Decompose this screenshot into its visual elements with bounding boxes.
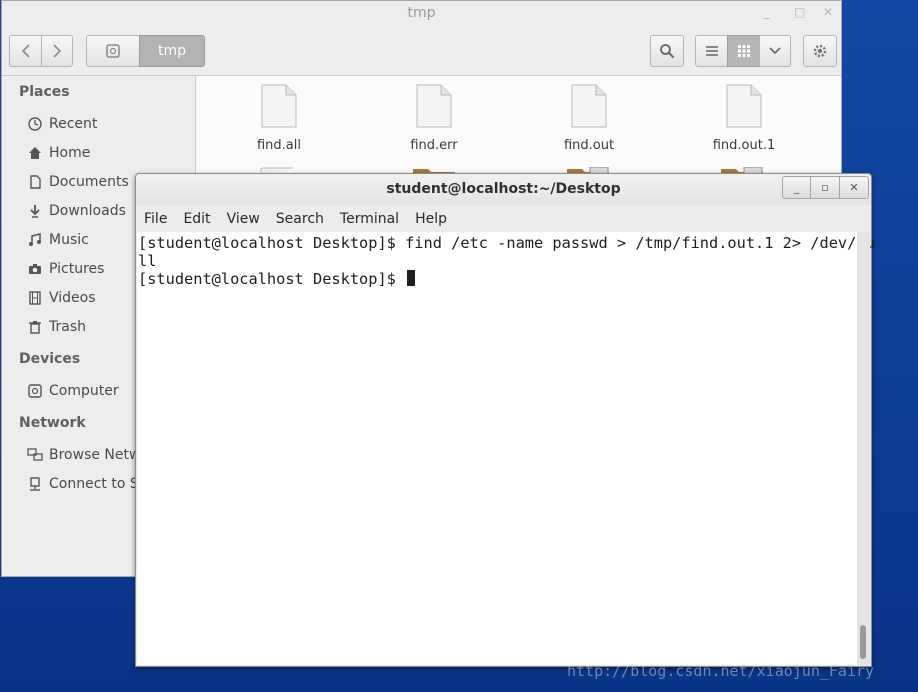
menu-edit[interactable]: Edit: [183, 211, 210, 227]
devices-heading: Devices: [19, 351, 81, 367]
trash-icon: [27, 319, 43, 335]
view-options-button[interactable]: [759, 35, 791, 67]
gear-icon: [813, 44, 827, 58]
maximize-icon: ▫: [821, 181, 829, 194]
grid-icon: [737, 45, 750, 57]
file-name: find.out: [563, 138, 615, 153]
search-icon: [660, 44, 675, 59]
download-icon: [27, 203, 43, 219]
network-heading: Network: [19, 415, 86, 431]
window-controls: _ ▫ ✕: [782, 176, 869, 199]
sidebar-item-label: Recent: [49, 116, 98, 132]
sidebar-item-home[interactable]: Home: [27, 142, 90, 164]
sidebar-item-music[interactable]: Music: [27, 229, 89, 251]
list-view-button[interactable]: [695, 35, 728, 67]
terminal-line: ll: [138, 252, 157, 270]
film-icon: [27, 290, 43, 306]
drive-icon: [106, 44, 120, 58]
server-icon: [27, 476, 43, 492]
terminal-window: student@localhost:~/Desktop _ ▫ ✕ File E…: [135, 173, 875, 667]
watermark: http://blog.csdn.net/xiaojun_Fairy: [567, 662, 875, 680]
camera-icon: [27, 261, 43, 277]
minimize-icon[interactable]: _: [764, 5, 770, 19]
path-tmp-button[interactable]: tmp: [139, 35, 205, 67]
close-icon[interactable]: ✕: [823, 5, 833, 19]
file-item[interactable]: find.all: [224, 84, 334, 153]
menu-view[interactable]: View: [227, 211, 260, 227]
sidebar-item-connect-server[interactable]: Connect to Se: [27, 473, 147, 495]
file-name: find.out.1: [712, 138, 776, 153]
sidebar-item-label: Computer: [49, 383, 119, 399]
terminal-title: student@localhost:~/Desktop: [386, 181, 621, 197]
maximize-button[interactable]: ▫: [811, 176, 840, 199]
maximize-icon[interactable]: □: [794, 5, 805, 19]
sidebar-item-label: Connect to Se: [49, 476, 148, 492]
path-root-button[interactable]: [86, 35, 140, 67]
home-icon: [27, 145, 43, 161]
minimize-button[interactable]: _: [782, 176, 811, 199]
file-item[interactable]: find.out: [534, 84, 644, 153]
file-manager-toolbar: tmp: [2, 25, 841, 76]
menu-file[interactable]: File: [144, 211, 167, 227]
sidebar-item-videos[interactable]: Videos: [27, 287, 96, 309]
sidebar-item-label: Browse Netw: [49, 447, 141, 463]
terminal-menubar: File Edit View Search Terminal Help: [136, 205, 871, 232]
list-icon: [705, 46, 718, 56]
scrollbar-thumb[interactable]: [860, 625, 866, 659]
places-heading: Places: [19, 84, 70, 100]
text-file-icon: [261, 84, 297, 128]
sidebar-item-label: Trash: [49, 319, 86, 335]
close-icon: ✕: [849, 181, 859, 194]
file-item[interactable]: find.err: [379, 84, 489, 153]
terminal-prompt-line: [student@localhost Desktop]$: [138, 270, 857, 288]
window-title: tmp: [407, 5, 436, 21]
file-manager-titlebar[interactable]: tmp _ □ ✕: [2, 1, 841, 25]
sidebar-item-label: Pictures: [49, 261, 105, 277]
menu-terminal[interactable]: Terminal: [340, 211, 399, 227]
sidebar-item-trash[interactable]: Trash: [27, 316, 86, 338]
text-file-icon: [571, 84, 607, 128]
file-name: find.err: [410, 138, 458, 153]
text-cursor: [407, 270, 416, 286]
file-item[interactable]: find.out.1: [689, 84, 799, 153]
sidebar-item-computer[interactable]: Computer: [27, 380, 119, 402]
document-icon: [27, 174, 43, 190]
grid-view-button[interactable]: [727, 35, 760, 67]
network-icon: [27, 447, 43, 463]
sidebar-item-recent[interactable]: Recent: [27, 113, 97, 135]
drive-icon: [27, 383, 43, 399]
forward-button[interactable]: [41, 35, 73, 67]
sidebar-item-label: Downloads: [49, 203, 126, 219]
terminal-titlebar[interactable]: student@localhost:~/Desktop _ ▫ ✕: [136, 174, 871, 205]
chevron-left-icon: [21, 44, 30, 58]
clock-icon: [27, 116, 43, 132]
chevron-down-icon: [769, 47, 781, 55]
menu-help[interactable]: Help: [415, 211, 447, 227]
sidebar-item-documents[interactable]: Documents: [27, 171, 129, 193]
terminal-scrollbar[interactable]: [857, 232, 870, 665]
terminal-line: [student@localhost Desktop]$ find /etc -…: [138, 234, 875, 252]
text-file-icon: [416, 84, 452, 128]
minimize-icon: _: [793, 181, 800, 194]
music-icon: [27, 232, 43, 248]
close-button[interactable]: ✕: [840, 176, 869, 199]
terminal-output[interactable]: [student@localhost Desktop]$ find /etc -…: [137, 232, 875, 665]
sidebar-item-label: Home: [49, 145, 91, 161]
search-button[interactable]: [650, 35, 684, 67]
terminal-prompt: [student@localhost Desktop]$: [138, 270, 406, 288]
chevron-right-icon: [53, 44, 62, 58]
text-file-icon: [726, 84, 762, 128]
back-button[interactable]: [9, 35, 42, 67]
menu-search[interactable]: Search: [276, 211, 324, 227]
sidebar-item-browse-network[interactable]: Browse Netw: [27, 444, 140, 466]
file-name: find.all: [256, 138, 301, 153]
sidebar-item-pictures[interactable]: Pictures: [27, 258, 104, 280]
sidebar-item-label: Videos: [49, 290, 96, 306]
sidebar-item-downloads[interactable]: Downloads: [27, 200, 126, 222]
settings-button[interactable]: [803, 35, 837, 67]
sidebar-item-label: Documents: [49, 174, 129, 190]
sidebar-item-label: Music: [49, 232, 89, 248]
